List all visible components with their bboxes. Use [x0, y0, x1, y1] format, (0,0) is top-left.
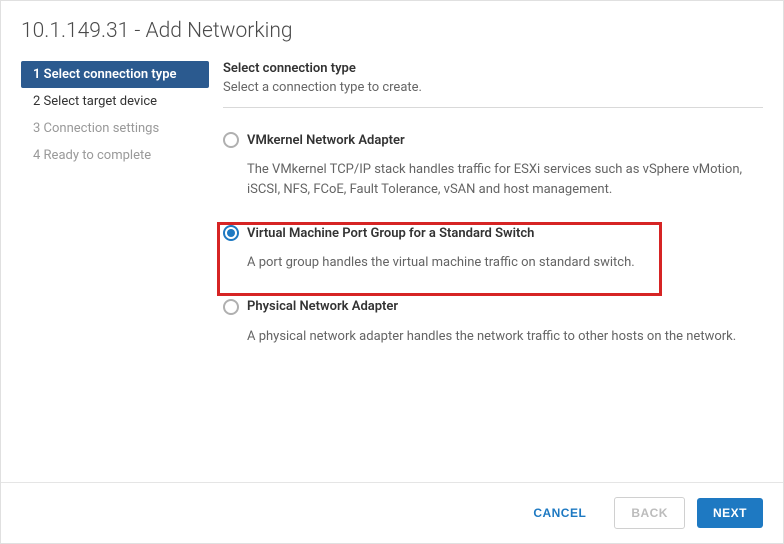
step-2: 2 Select target device — [21, 88, 209, 115]
radio-icon[interactable] — [223, 132, 239, 148]
step-4: 4 Ready to complete — [21, 142, 209, 169]
radio-icon[interactable] — [223, 299, 239, 315]
cancel-button[interactable]: CANCEL — [517, 498, 602, 528]
section-heading: Select connection type — [223, 61, 763, 76]
option-vmkernel[interactable]: VMkernel Network Adapter The VMkernel TC… — [223, 126, 763, 219]
option-label: Virtual Machine Port Group for a Standar… — [247, 226, 534, 241]
step-1[interactable]: 1 Select connection type — [21, 61, 209, 88]
dialog-title: 10.1.149.31 - Add Networking — [1, 1, 783, 57]
radio-icon[interactable] — [223, 225, 239, 241]
option-desc: A physical network adapter handles the n… — [223, 315, 763, 351]
option-physical-adapter[interactable]: Physical Network Adapter A physical netw… — [223, 293, 763, 367]
section-subheading: Select a connection type to create. — [223, 80, 763, 95]
wizard-steps: 1 Select connection type 2 Select target… — [21, 57, 209, 366]
option-desc: A port group handles the virtual machine… — [223, 241, 763, 277]
step-3: 3 Connection settings — [21, 115, 209, 142]
dialog-footer: CANCEL BACK NEXT — [1, 482, 783, 543]
option-vm-port-group[interactable]: Virtual Machine Port Group for a Standar… — [223, 219, 763, 293]
option-label: VMkernel Network Adapter — [247, 133, 405, 148]
divider — [223, 107, 763, 108]
option-desc: The VMkernel TCP/IP stack handles traffi… — [223, 148, 763, 203]
back-button: BACK — [614, 497, 685, 529]
option-label: Physical Network Adapter — [247, 299, 398, 314]
next-button[interactable]: NEXT — [697, 498, 763, 528]
